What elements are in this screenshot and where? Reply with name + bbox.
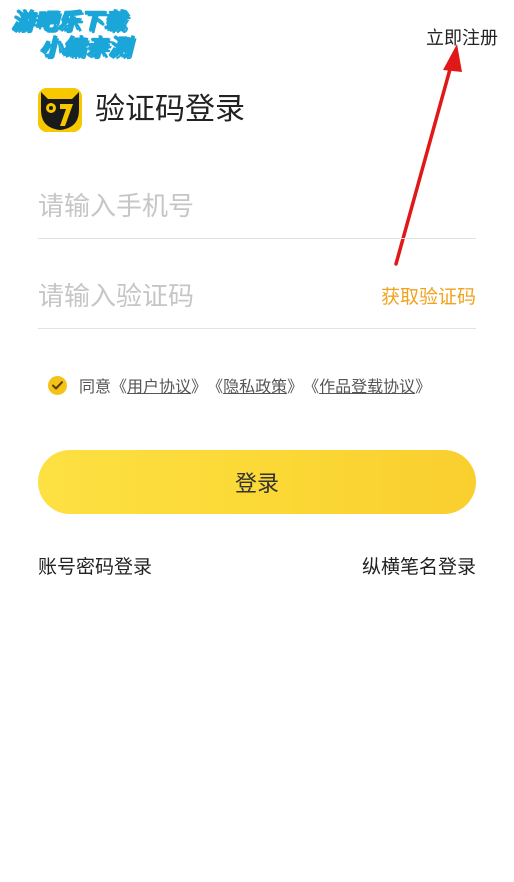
check-icon	[52, 380, 63, 389]
open-quote: 《	[207, 377, 224, 396]
user-agreement-link[interactable]: 用户协议	[127, 373, 191, 397]
agreement-prefix: 同意	[79, 377, 112, 396]
watermark: 游吧乐下载 小编亲测	[12, 10, 152, 66]
agreement-row: 同意 《 用户协议 》 《 隐私政策 》 《 作品登载协议 》	[48, 374, 431, 396]
zongheng-login-link[interactable]: 纵横笔名登录	[362, 552, 476, 579]
code-field-container: 获取验证码	[38, 266, 476, 329]
close-quote: 》	[415, 377, 432, 396]
phone-input[interactable]	[38, 176, 476, 238]
agreement-checkbox[interactable]	[48, 375, 67, 395]
close-quote: 》	[191, 377, 208, 396]
close-quote: 》	[287, 377, 304, 396]
watermark-line-1: 游吧乐下载	[12, 10, 128, 36]
password-login-link[interactable]: 账号密码登录	[38, 552, 152, 579]
page-title: 验证码登录	[95, 92, 245, 127]
black-cat-logo-icon	[38, 88, 82, 132]
verification-code-input[interactable]	[38, 266, 338, 328]
get-code-button[interactable]: 获取验证码	[381, 282, 476, 309]
publish-agreement-link[interactable]: 作品登载协议	[319, 373, 415, 397]
phone-field-container	[38, 176, 476, 239]
login-button[interactable]: 登录	[38, 450, 476, 514]
privacy-policy-link[interactable]: 隐私政策	[223, 373, 287, 397]
open-quote: 《	[111, 377, 128, 396]
register-link[interactable]: 立即注册	[426, 24, 498, 50]
open-quote: 《	[303, 377, 320, 396]
watermark-line-2: 小编亲测	[40, 36, 133, 62]
red-arrow-icon	[394, 44, 462, 266]
